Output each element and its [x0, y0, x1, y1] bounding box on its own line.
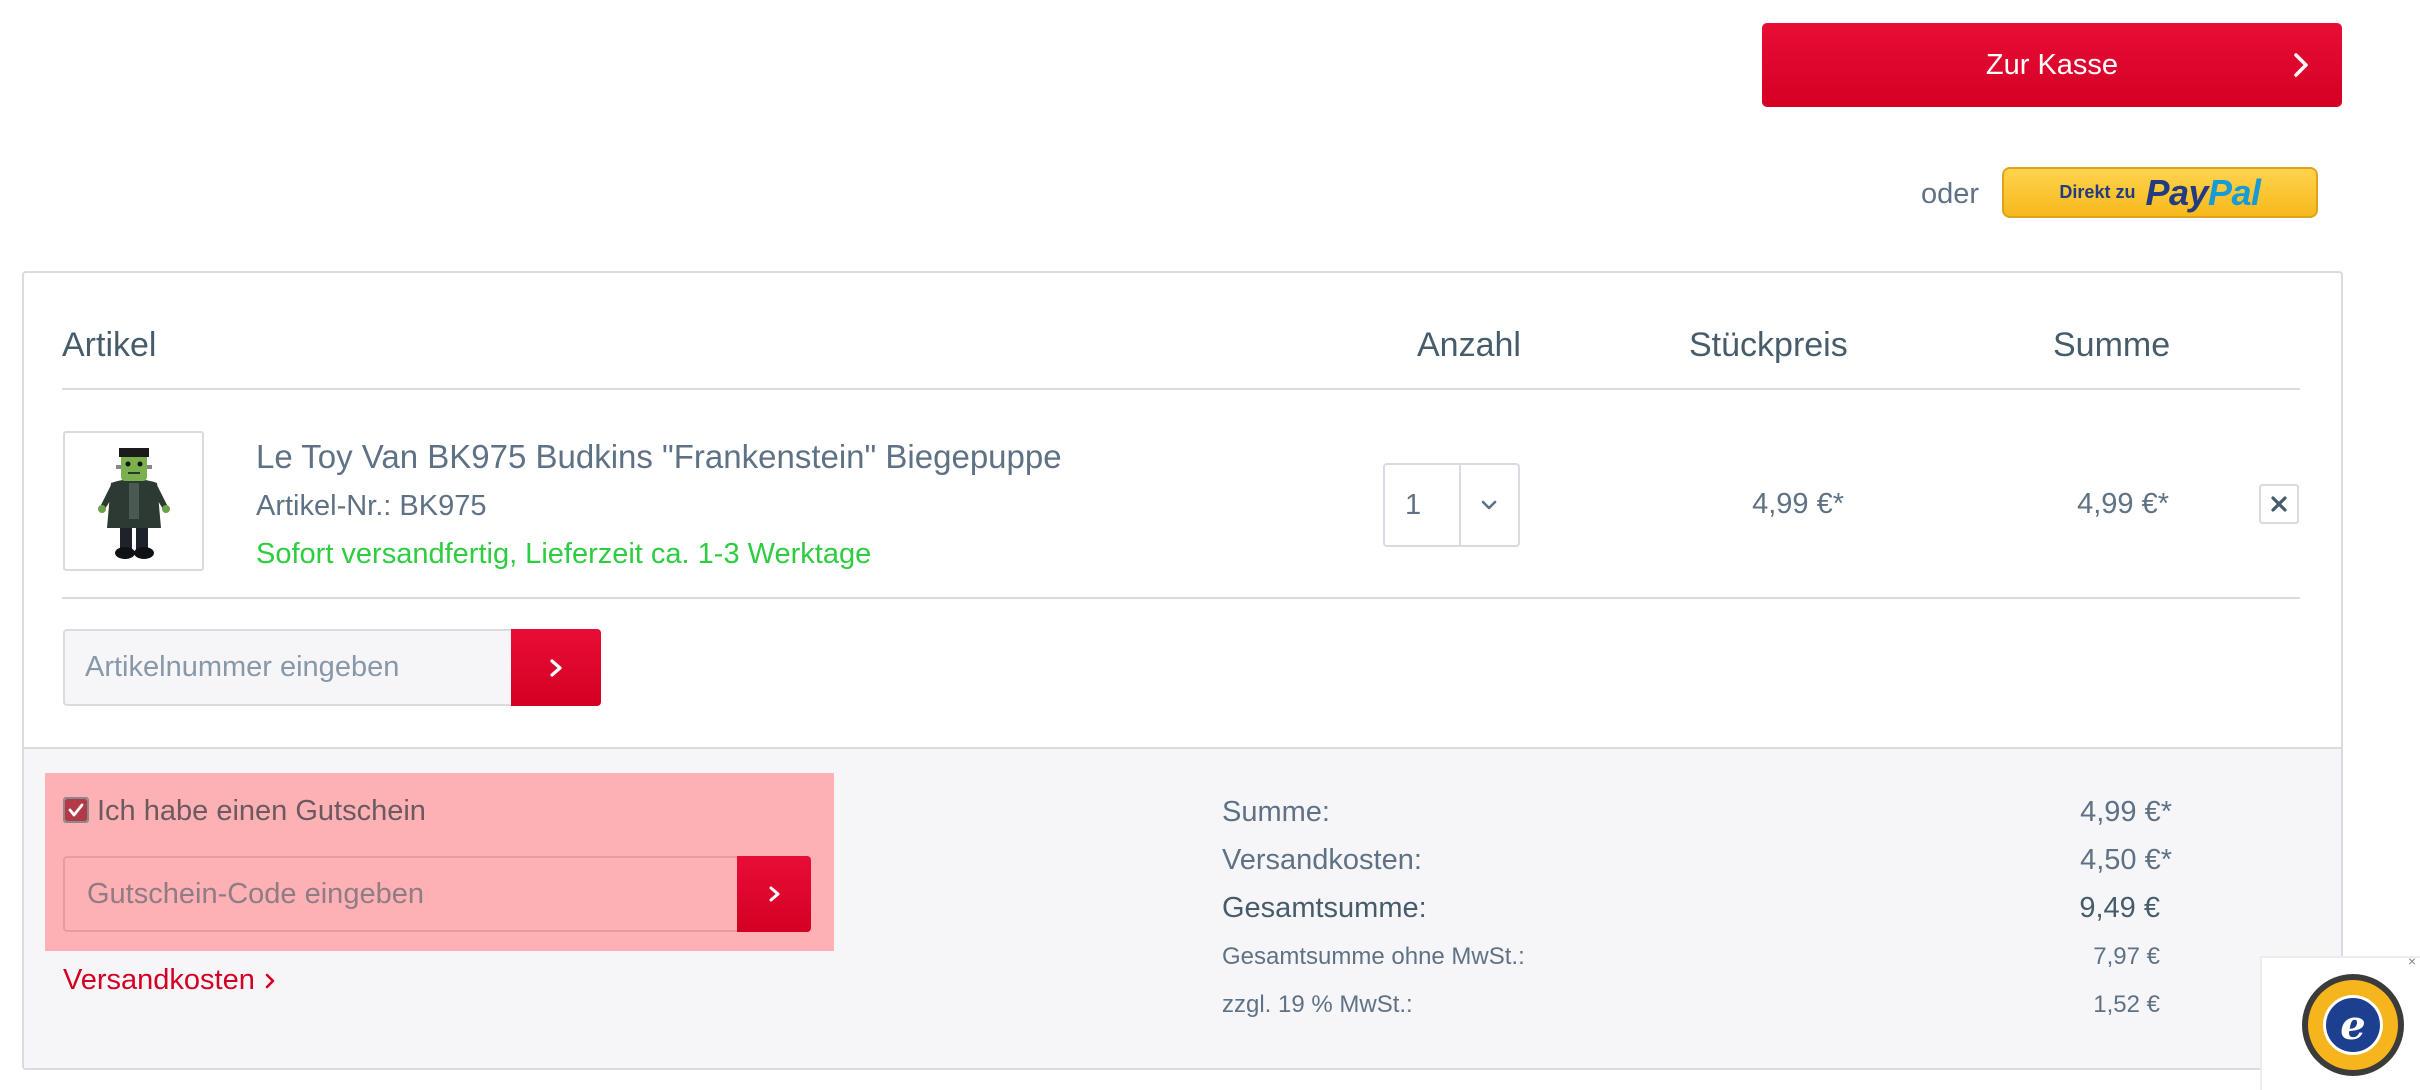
- subtotal-label: Summe:: [1222, 796, 1330, 828]
- paypal-prefix: Direkt zu: [2059, 182, 2136, 202]
- or-label: oder: [1921, 178, 1980, 210]
- paypal-logo: PayPal: [2145, 171, 2261, 213]
- column-header-unit-price: Stückpreis: [1689, 326, 1848, 364]
- chevron-right-icon: [550, 658, 562, 677]
- quantity-select[interactable]: 1: [1383, 463, 1520, 547]
- grand-total-label: Gesamtsumme:: [1222, 892, 1427, 924]
- product-name-link[interactable]: Le Toy Van BK975 Budkins "Frankenstein" …: [256, 438, 1062, 476]
- remove-item-button[interactable]: [2259, 484, 2299, 524]
- trusted-shops-close[interactable]: ×: [2408, 953, 2416, 969]
- paypal-express-button[interactable]: Direkt zu PayPal: [2002, 167, 2318, 218]
- voucher-code-input[interactable]: [63, 856, 739, 932]
- trusted-shops-seal-icon: e: [2302, 974, 2404, 1076]
- product-sku: Artikel-Nr.: BK975: [256, 490, 487, 522]
- vat-label: zzgl. 19 % MwSt.:: [1222, 991, 1413, 1018]
- checkout-button[interactable]: Zur Kasse: [1762, 23, 2342, 107]
- row-divider: [62, 597, 2300, 599]
- shipping-value: 4,50 €*: [2080, 844, 2172, 876]
- column-header-article: Artikel: [62, 326, 157, 364]
- article-number-input[interactable]: [63, 629, 513, 706]
- chevron-right-icon: [769, 886, 780, 902]
- checkmark-icon: [65, 799, 87, 821]
- line-total: 4,99 €*: [2077, 488, 2169, 520]
- column-header-quantity: Anzahl: [1417, 326, 1521, 364]
- delivery-status: Sofort versandfertig, Lieferzeit ca. 1-3…: [256, 538, 872, 570]
- net-total-value: 7,97 €: [2093, 943, 2160, 970]
- chevron-right-icon: [2294, 53, 2308, 77]
- vat-value: 1,52 €: [2093, 991, 2160, 1018]
- product-thumbnail[interactable]: [63, 431, 204, 571]
- subtotal-value: 4,99 €*: [2080, 796, 2172, 828]
- add-article-button[interactable]: [511, 629, 601, 706]
- voucher-checkbox[interactable]: [63, 797, 89, 823]
- grand-total-value: 9,49 €: [2079, 892, 2160, 924]
- shipping-costs-link[interactable]: Versandkosten: [63, 964, 277, 997]
- header-divider: [62, 388, 2300, 390]
- svg-text:e: e: [2340, 1002, 2365, 1049]
- frankenstein-doll-image: [98, 448, 170, 559]
- redeem-voucher-button[interactable]: [737, 856, 811, 932]
- checkout-button-label: Zur Kasse: [1985, 48, 2119, 81]
- close-icon: [2271, 496, 2287, 512]
- chevron-down-icon: [1481, 500, 1497, 510]
- unit-price: 4,99 €*: [1752, 488, 1844, 520]
- shipping-label: Versandkosten:: [1222, 844, 1422, 876]
- net-total-label: Gesamtsumme ohne MwSt.:: [1222, 943, 1525, 970]
- quantity-value: 1: [1405, 489, 1422, 521]
- voucher-checkbox-label[interactable]: Ich habe einen Gutschein: [97, 795, 426, 828]
- column-header-total: Summe: [2053, 326, 2171, 364]
- chevron-right-icon: [265, 973, 275, 989]
- quantity-divider: [1459, 465, 1461, 545]
- shipping-costs-link-label: Versandkosten: [63, 964, 255, 996]
